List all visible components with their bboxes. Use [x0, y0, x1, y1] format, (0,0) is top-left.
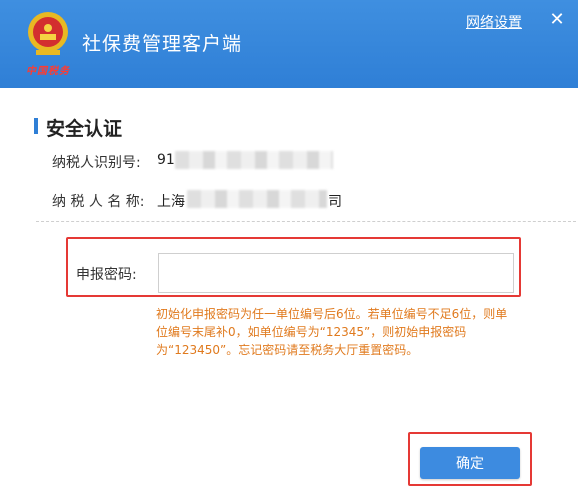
section-accent-bar [34, 118, 38, 134]
password-label: 申报密码: [76, 267, 137, 283]
divider [36, 221, 576, 222]
password-input[interactable] [158, 253, 514, 293]
taxpayer-name-label: 纳 税 人 名 称: [52, 194, 145, 210]
close-icon[interactable]: ✕ [547, 10, 567, 30]
taxpayer-name-value: 上海 [157, 194, 185, 210]
tax-emblem-icon [28, 12, 68, 55]
redacted-taxpayer-id [175, 151, 333, 169]
password-hint: 初始化申报密码为任一单位编号后6位。若单位编号不足6位，则单位编号末尾补0，如单… [156, 307, 508, 357]
app-title: 社保费管理客户端 [82, 33, 243, 55]
section-title: 安全认证 [46, 118, 123, 140]
redacted-taxpayer-name [187, 190, 327, 208]
title-bar: 中国税务 社保费管理客户端 网络设置 ✕ [0, 0, 578, 88]
taxpayer-name-suffix: 司 [328, 194, 342, 210]
taxpayer-id-value: 91 [157, 152, 175, 168]
confirm-button[interactable]: 确定 [420, 447, 520, 479]
taxpayer-id-label: 纳税人识别号: [52, 155, 141, 171]
network-settings-link[interactable]: 网络设置 [466, 12, 522, 32]
logo-caption: 中国税务 [26, 66, 70, 77]
